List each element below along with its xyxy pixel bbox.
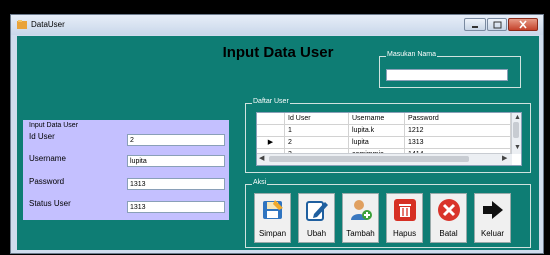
close-icon	[519, 20, 527, 29]
add-button[interactable]: Tambah	[342, 193, 379, 243]
current-row-indicator-icon: ▶	[257, 137, 285, 149]
cell-id-user[interactable]: 2	[285, 137, 349, 149]
close-button[interactable]	[508, 18, 538, 31]
exit-icon	[482, 201, 503, 219]
exit-button[interactable]: Keluar	[474, 193, 511, 243]
cell-username[interactable]: lupita	[349, 137, 405, 149]
input-panel: Input Data User Id User 2 Username lupit…	[23, 120, 229, 220]
table-row[interactable]: ▶ 2 lupita 1313	[257, 137, 521, 149]
column-header-password[interactable]: Password	[405, 113, 511, 125]
cell-username[interactable]: lupita.k	[349, 125, 405, 137]
add-user-icon	[350, 200, 372, 220]
app-icon	[17, 20, 27, 29]
minimize-button[interactable]	[464, 18, 486, 31]
password-label: Password	[29, 177, 65, 186]
delete-button-label: Hapus	[392, 229, 417, 238]
scroll-right-icon[interactable]: ▶	[502, 155, 507, 163]
save-button[interactable]: Simpan	[254, 193, 291, 243]
title-bar[interactable]: DataUser	[11, 15, 543, 35]
edit-button-label: Ubah	[306, 229, 327, 238]
add-button-label: Tambah	[346, 229, 375, 238]
save-icon	[262, 200, 283, 219]
status-user-field[interactable]: 1313	[127, 201, 225, 213]
user-data-grid[interactable]: Id User Username Password 1 lupita.k 121…	[256, 112, 522, 166]
exit-button-label: Keluar	[480, 229, 505, 238]
horizontal-scrollbar[interactable]: ◀ ▶	[257, 153, 512, 165]
edit-icon	[305, 201, 328, 221]
cancel-icon	[437, 199, 460, 221]
scroll-down-icon[interactable]: ▼	[514, 144, 521, 152]
cancel-button[interactable]: Batal	[430, 193, 467, 243]
status-user-label: Status User	[29, 199, 71, 208]
grid-header-row: Id User Username Password	[257, 113, 521, 125]
id-user-field[interactable]: 2	[127, 134, 225, 146]
vertical-scrollbar[interactable]: ▲ ▼	[511, 113, 521, 154]
grid-row-header-corner	[257, 113, 285, 125]
vertical-scroll-thumb[interactable]	[513, 122, 519, 138]
save-button-label: Simpan	[258, 229, 287, 238]
row-indicator	[257, 125, 285, 137]
cell-password[interactable]: 1313	[405, 137, 511, 149]
id-user-label: Id User	[29, 132, 55, 141]
column-header-username[interactable]: Username	[349, 113, 405, 125]
password-field[interactable]: 1313	[127, 178, 225, 190]
edit-button[interactable]: Ubah	[298, 193, 335, 243]
form-client-area: Input Data User Masukan Nama Input Data …	[17, 36, 539, 250]
actions-group: Aksi Simpan Ubah Tambah Hapus Batal Kelu…	[245, 179, 531, 248]
user-list-group: Daftar User Id User Username Password 1 …	[245, 98, 531, 173]
actions-group-label: Aksi	[252, 179, 268, 186]
app-window: DataUser Input Data User Masukan Nama In…	[10, 14, 544, 254]
search-group: Masukan Nama	[379, 51, 521, 88]
search-group-label: Masukan Nama	[386, 51, 438, 58]
window-title: DataUser	[31, 20, 65, 29]
scroll-up-icon[interactable]: ▲	[514, 114, 521, 122]
maximize-button[interactable]	[487, 18, 507, 31]
minimize-icon	[472, 26, 478, 28]
cell-id-user[interactable]: 1	[285, 125, 349, 137]
user-list-group-label: Daftar User	[252, 98, 290, 105]
maximize-icon	[493, 21, 502, 29]
table-row[interactable]: 1 lupita.k 1212	[257, 125, 521, 137]
username-field[interactable]: lupita	[127, 155, 225, 167]
username-label: Username	[29, 154, 66, 163]
cancel-button-label: Batal	[439, 229, 458, 238]
scroll-left-icon[interactable]: ◀	[259, 155, 264, 163]
horizontal-scroll-thumb[interactable]	[269, 156, 469, 162]
trash-icon	[393, 199, 416, 221]
search-input[interactable]	[386, 69, 508, 81]
input-panel-title: Input Data User	[29, 122, 79, 129]
delete-button[interactable]: Hapus	[386, 193, 423, 243]
column-header-id-user[interactable]: Id User	[285, 113, 349, 125]
cell-password[interactable]: 1212	[405, 125, 511, 137]
